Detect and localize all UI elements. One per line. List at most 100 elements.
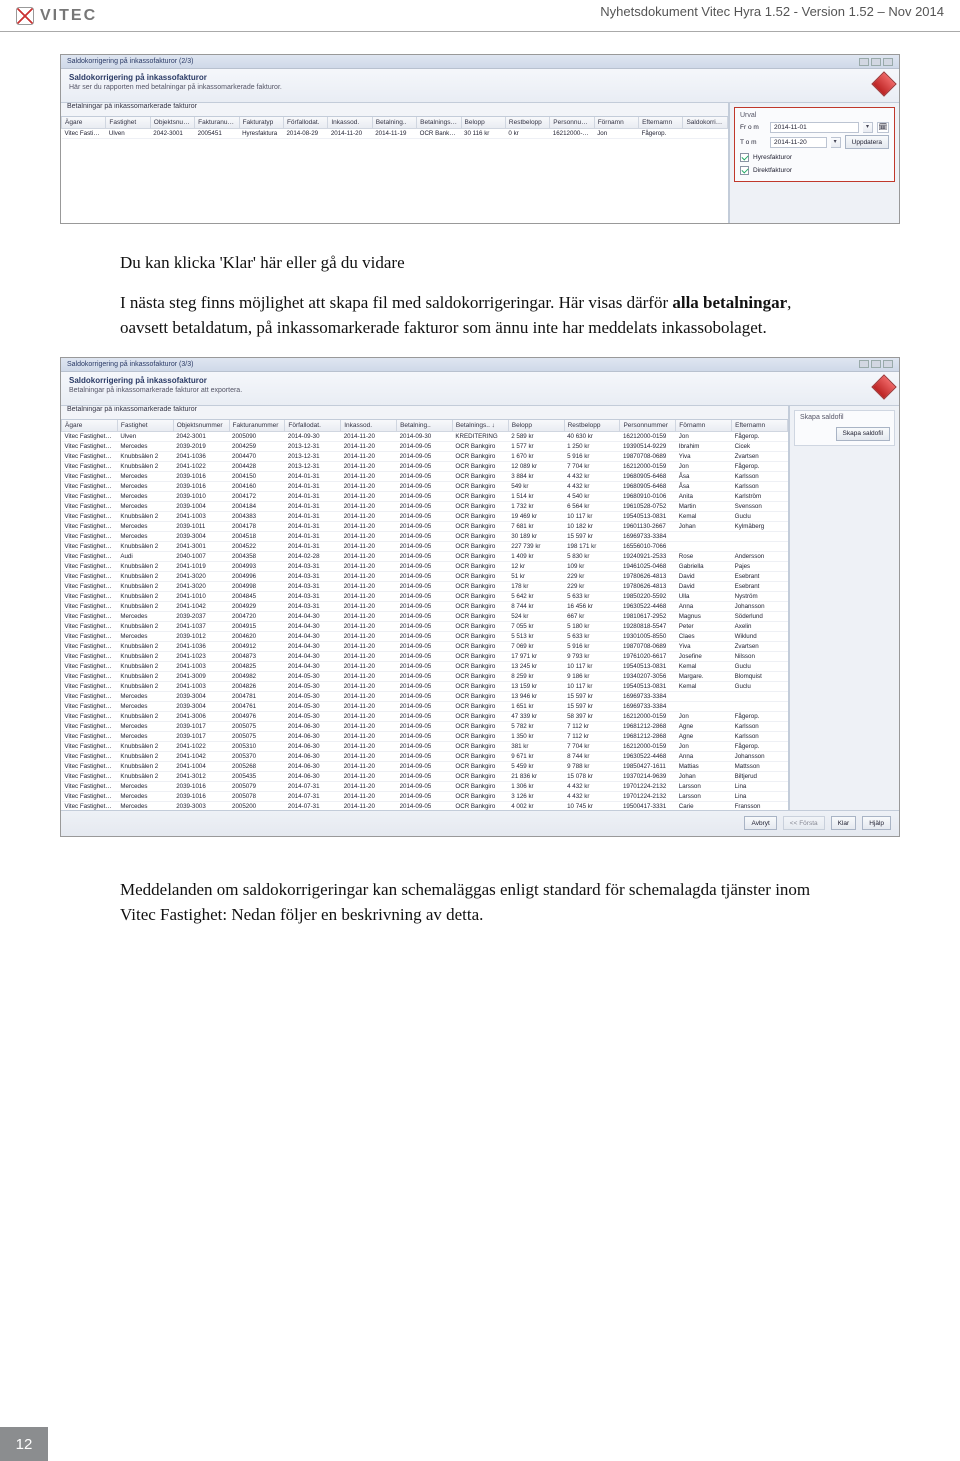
cell: 2013-12-31 xyxy=(285,441,341,451)
cell: 2014-01-31 xyxy=(285,501,341,511)
table-row[interactable]: Vitec Fastigheter ABMercedes2039-1011200… xyxy=(62,521,788,531)
table-row[interactable]: Vitec Fastigheter ABKnubbsälen 22041-102… xyxy=(62,741,788,751)
table-row[interactable]: Vitec Fastigheter ABMercedes2039-2037200… xyxy=(62,611,788,621)
column-header[interactable]: Betalnings.. ↓ xyxy=(452,420,508,432)
table-row[interactable]: Vitec Fastigheter ABMercedes2039-1017200… xyxy=(62,721,788,731)
column-header[interactable]: Belopp xyxy=(508,420,564,432)
table-row[interactable]: Vitec Fastigheter ABMercedes2039-3004200… xyxy=(62,691,788,701)
cell: OCR Bankgiro xyxy=(452,701,508,711)
grid-tab[interactable]: Betalningar på inkassomarkerade fakturor xyxy=(61,103,728,117)
table-row[interactable]: Vitec Fastigheter ABKnubbsälen 22041-101… xyxy=(62,561,788,571)
column-header[interactable]: Förnamn xyxy=(594,117,638,129)
table-row[interactable]: Vitec Fastigheter ABMercedes2039-1016200… xyxy=(62,471,788,481)
table-row[interactable]: Vitec Fastigheter ABKnubbsälen 22041-102… xyxy=(62,461,788,471)
table-row[interactable]: Vitec Fastigheter ABKnubbsälen 22041-103… xyxy=(62,641,788,651)
cell: 2014-09-05 xyxy=(397,721,453,731)
table-row[interactable]: Vitec Fastigheter ABMercedes2039-1010200… xyxy=(62,491,788,501)
table-row[interactable]: Vitec Fastigheter ABMercedes2039-1016200… xyxy=(62,781,788,791)
column-header[interactable]: Fastighet xyxy=(117,420,173,432)
table-row[interactable]: Vitec Fastigheter ABKnubbsälen 22041-300… xyxy=(62,541,788,551)
table-row[interactable]: Vitec Fastigheter ABKnubbsälen 22041-302… xyxy=(62,581,788,591)
cell: 2014-09-05 xyxy=(397,651,453,661)
table-row[interactable]: Vitec Fastigheter ABUlven2042-3001200509… xyxy=(62,431,788,441)
table-row[interactable]: Vitec Fastigheter ABKnubbsälen 22041-302… xyxy=(62,571,788,581)
table-row[interactable]: Vitec Fastigheter ABKnubbsälen 22041-104… xyxy=(62,751,788,761)
column-header[interactable]: Förfallodat. xyxy=(285,420,341,432)
column-header[interactable]: Ägare xyxy=(62,420,118,432)
table-row[interactable]: Vitec Fastigheter ABKnubbsälen 22041-102… xyxy=(62,651,788,661)
wizard-button[interactable]: Avbryt xyxy=(744,816,776,830)
wizard-button[interactable]: Klar xyxy=(831,816,857,830)
column-header[interactable]: Objektsnummer xyxy=(150,117,194,129)
table-row[interactable]: Vitec Fastigheter ABAudi2040-10072004358… xyxy=(62,551,788,561)
column-header[interactable]: Objektsnummer xyxy=(173,420,229,432)
column-header[interactable]: Personnummer xyxy=(620,420,676,432)
column-header[interactable]: Förfallodat. xyxy=(283,117,327,129)
table-row[interactable]: Vitec Fastigheter ABMercedes2039-1017200… xyxy=(62,731,788,741)
table-row[interactable]: Vitec Fastigheter ABKnubbsälen 22041-103… xyxy=(62,621,788,631)
grid-tab[interactable]: Betalningar på inkassomarkerade fakturor xyxy=(61,406,788,420)
column-header[interactable]: Inkassod. xyxy=(341,420,397,432)
wizard-button[interactable]: Hjälp xyxy=(862,816,891,830)
cell: 2039-3004 xyxy=(173,691,229,701)
checkbox-direkt[interactable] xyxy=(740,166,749,175)
table-row[interactable]: Vitec Fastigheter ABMercedes2039-1016200… xyxy=(62,481,788,491)
column-header[interactable]: Saldokorrigering xyxy=(683,117,728,129)
table-row[interactable]: Vitec Fastigheter ABKnubbsälen 22041-103… xyxy=(62,451,788,461)
column-header[interactable]: Personnummer xyxy=(550,117,594,129)
update-button[interactable]: Uppdatera xyxy=(845,135,889,149)
body-p3: Meddelanden om saldokorrigeringar kan sc… xyxy=(120,877,840,928)
column-header[interactable]: Belopp xyxy=(461,117,505,129)
data-grid[interactable]: ÄgareFastighetObjektsnummerFakturanummer… xyxy=(61,420,788,810)
to-label: T o m xyxy=(740,139,766,146)
table-row[interactable]: Vitec Fastigheter ABMercedes2039-3004200… xyxy=(62,701,788,711)
cell: 2014-11-20 xyxy=(341,681,397,691)
column-header[interactable]: Fastighet xyxy=(106,117,150,129)
column-header[interactable]: Inkassod. xyxy=(328,117,372,129)
create-saldofil-button[interactable]: Skapa saldofil xyxy=(836,427,890,441)
column-header[interactable]: Restbelopp xyxy=(564,420,620,432)
column-header[interactable]: Restbelopp xyxy=(505,117,549,129)
to-date-input[interactable]: 2014-11-20 xyxy=(770,137,827,148)
chevron-down-icon[interactable]: ▾ xyxy=(863,122,873,133)
cell: OCR Bankgiro xyxy=(452,571,508,581)
table-row[interactable]: Vitec Fastigheter ABKnubbsälen 22041-300… xyxy=(62,671,788,681)
data-grid[interactable]: ÄgareFastighetObjektsnummerFakturanummer… xyxy=(61,117,728,139)
calendar-icon[interactable]: 🗓 xyxy=(877,122,889,133)
column-header[interactable]: Betalningssätt xyxy=(417,117,461,129)
table-row[interactable]: Vitec Fastigheter ABMercedes2039-3004200… xyxy=(62,531,788,541)
table-row[interactable]: Vitec Fastigheter ABKnubbsälen 22041-104… xyxy=(62,601,788,611)
table-row[interactable]: Vitec Fastigheter ABMercedes2039-2019200… xyxy=(62,441,788,451)
table-row[interactable]: Vitec Fastigheter ABKnubbsälen 22041-100… xyxy=(62,661,788,671)
column-header[interactable]: Fakturanummer xyxy=(195,117,239,129)
ribbon-subtitle: Här ser du rapporten med betalningar på … xyxy=(69,84,891,91)
table-row[interactable]: Vitec Fastigheter ABKnubbsälen 22041-100… xyxy=(62,761,788,771)
column-header[interactable]: Fakturanummer xyxy=(229,420,285,432)
cell: 1 577 kr xyxy=(508,441,564,451)
table-row[interactable]: Vitec Fastigheter ABKnubbsälen 22041-100… xyxy=(62,511,788,521)
column-header[interactable]: Betalning.. xyxy=(397,420,453,432)
table-row[interactable]: Vitec Fastigheter ABKnubbsälen 22041-101… xyxy=(62,591,788,601)
column-header[interactable]: Förnamn xyxy=(676,420,732,432)
column-header[interactable]: Efternamn xyxy=(732,420,788,432)
cell: Vitec Fastigheter AB xyxy=(62,621,118,631)
cell: Anna xyxy=(676,601,732,611)
chevron-down-icon[interactable]: ▾ xyxy=(831,137,841,148)
column-header[interactable]: Efternamn xyxy=(639,117,683,129)
checkbox-hyra[interactable] xyxy=(740,153,749,162)
cell: 2040-1007 xyxy=(173,551,229,561)
table-row[interactable]: Vitec Fastigheter ABUlven2042-3001200545… xyxy=(62,129,728,139)
column-header[interactable]: Fakturatyp xyxy=(239,117,283,129)
table-row[interactable]: Vitec Fastigheter ABMercedes2039-3003200… xyxy=(62,801,788,810)
from-date-input[interactable]: 2014-11-01 xyxy=(770,122,859,133)
table-row[interactable]: Vitec Fastigheter ABMercedes2039-1016200… xyxy=(62,791,788,801)
column-header[interactable]: Ägare xyxy=(62,117,106,129)
wizard-button[interactable]: << Första xyxy=(783,816,825,830)
table-row[interactable]: Vitec Fastigheter ABMercedes2039-1012200… xyxy=(62,631,788,641)
column-header[interactable]: Betalning.. xyxy=(372,117,416,129)
table-row[interactable]: Vitec Fastigheter ABKnubbsälen 22041-300… xyxy=(62,711,788,721)
table-row[interactable]: Vitec Fastigheter ABKnubbsälen 22041-100… xyxy=(62,681,788,691)
table-row[interactable]: Vitec Fastigheter ABKnubbsälen 22041-301… xyxy=(62,771,788,781)
table-row[interactable]: Vitec Fastigheter ABMercedes2039-1004200… xyxy=(62,501,788,511)
cell: 19540513-0831 xyxy=(620,661,676,671)
